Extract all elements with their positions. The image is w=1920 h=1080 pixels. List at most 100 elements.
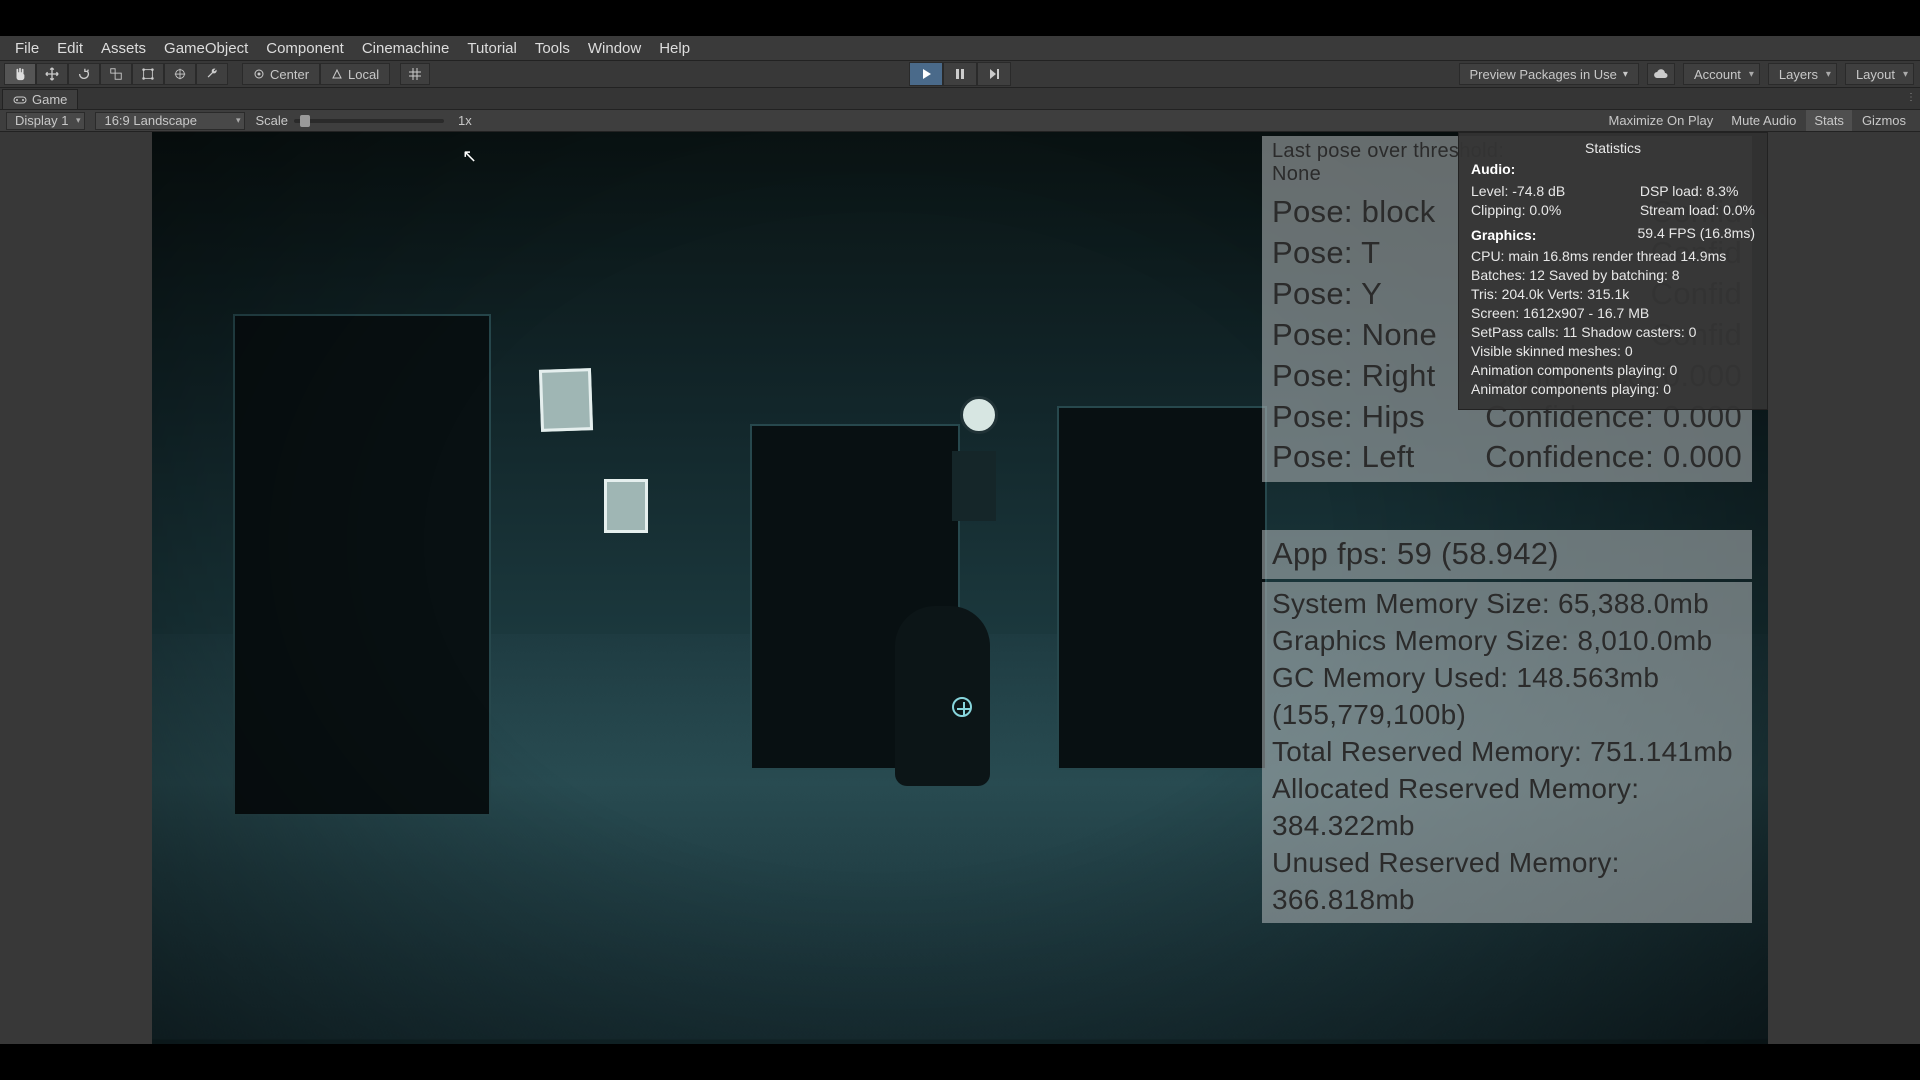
maximize-on-play-toggle[interactable]: Maximize On Play — [1601, 110, 1722, 131]
hud-pose-name: Pose: None — [1272, 315, 1437, 356]
menu-assets[interactable]: Assets — [92, 40, 155, 57]
layout-dropdown[interactable]: Layout — [1845, 63, 1914, 85]
hud-pose-name: Pose: block — [1272, 192, 1436, 233]
aspect-dropdown[interactable]: 16:9 Landscape — [95, 112, 245, 130]
hud-mem-line: Graphics Memory Size: 8,010.0mb — [1272, 623, 1742, 660]
statistics-panel: Statistics Audio: Level: -74.8 dB Clippi… — [1458, 132, 1768, 410]
custom-tool[interactable] — [196, 63, 228, 85]
account-dropdown[interactable]: Account — [1683, 63, 1760, 85]
stats-audio-line: Stream load: 0.0% — [1640, 201, 1755, 220]
move-icon — [45, 67, 59, 81]
stats-gfx-line: Batches: 12 Saved by batching: 8 — [1471, 266, 1755, 285]
game-control-bar: Display 1 16:9 Landscape Scale 1x Maximi… — [0, 110, 1920, 132]
snap-toggle[interactable] — [400, 63, 430, 85]
menu-file[interactable]: File — [6, 40, 48, 57]
rotate-tool[interactable] — [68, 63, 100, 85]
letterbox-left — [0, 132, 152, 1044]
menu-window[interactable]: Window — [579, 40, 650, 57]
hud-memory-panel: System Memory Size: 65,388.0mb Graphics … — [1262, 582, 1752, 923]
local-icon — [331, 68, 343, 80]
hand-icon — [13, 67, 27, 81]
hand-tool[interactable] — [4, 63, 36, 85]
stats-toggle[interactable]: Stats — [1806, 110, 1852, 131]
game-view[interactable]: ↖ Last pose over threshold: None Pose: b… — [152, 132, 1768, 1044]
stats-audio-line: Level: -74.8 dB — [1471, 182, 1565, 201]
hud-mem-line: GC Memory Used: 148.563mb (155,779,100b) — [1272, 660, 1742, 734]
menu-tutorial[interactable]: Tutorial — [458, 40, 525, 57]
hud-pose-name: Pose: Left — [1272, 437, 1415, 478]
hud-fps-value: App fps: 59 (58.942) — [1272, 534, 1742, 575]
grid-icon — [408, 67, 422, 81]
hud-mem-line: Total Reserved Memory: 751.141mb — [1272, 734, 1742, 771]
toolbar-right: Preview Packages in Use ▾ Account Layers… — [1459, 63, 1915, 85]
hud-pose-name: Pose: Hips — [1272, 397, 1425, 438]
rect-icon — [141, 67, 155, 81]
step-icon — [988, 68, 1000, 80]
menu-edit[interactable]: Edit — [48, 40, 92, 57]
play-button[interactable] — [909, 62, 943, 86]
game-icon — [13, 95, 27, 105]
display-dropdown[interactable]: Display 1 — [6, 112, 85, 130]
wrench-icon — [205, 67, 219, 81]
preview-packages-button[interactable]: Preview Packages in Use ▾ — [1459, 63, 1639, 85]
hud-mem-line: System Memory Size: 65,388.0mb — [1272, 586, 1742, 623]
stats-gfx-line: Tris: 204.0k Verts: 315.1k — [1471, 285, 1755, 304]
hud-pose-name: Pose: T — [1272, 233, 1380, 274]
stats-gfx-line: Animation components playing: 0 — [1471, 361, 1755, 380]
display-label: Display 1 — [15, 113, 68, 128]
toolbar: Center Local Preview Packages in Use ▾ A… — [0, 60, 1920, 88]
cloud-icon — [1653, 68, 1669, 80]
scale-icon — [109, 67, 123, 81]
main-menu-bar: File Edit Assets GameObject Component Ci… — [0, 36, 1920, 60]
preview-packages-label: Preview Packages in Use — [1470, 67, 1617, 82]
scale-slider-thumb[interactable] — [300, 115, 310, 127]
pause-icon — [954, 68, 966, 80]
scale-slider[interactable] — [294, 119, 444, 123]
tab-game[interactable]: Game — [2, 89, 78, 109]
stats-gfx-line: SetPass calls: 11 Shadow casters: 0 — [1471, 323, 1755, 342]
pivot-toggle[interactable]: Center — [242, 63, 320, 85]
stats-gfx-line: Visible skinned meshes: 0 — [1471, 342, 1755, 361]
stats-audio-heading: Audio: — [1471, 160, 1755, 179]
layers-label: Layers — [1779, 67, 1818, 82]
mouse-cursor-icon: ↖ — [462, 146, 477, 167]
collab-button[interactable] — [1647, 63, 1675, 85]
pivot-label: Center — [270, 67, 309, 82]
hud-pose-name: Pose: Y — [1272, 274, 1382, 315]
scale-value: 1x — [458, 113, 472, 128]
hud-fps-panel: App fps: 59 (58.942) — [1262, 530, 1752, 579]
stats-gfx-fps: 59.4 FPS (16.8ms) — [1638, 224, 1756, 248]
stats-audio-line: Clipping: 0.0% — [1471, 201, 1565, 220]
gizmos-toggle[interactable]: Gizmos — [1854, 110, 1914, 131]
transform-tool[interactable] — [164, 63, 196, 85]
stats-audio-line: DSP load: 8.3% — [1640, 182, 1755, 201]
menu-cinemachine[interactable]: Cinemachine — [353, 40, 459, 57]
scale-tool[interactable] — [100, 63, 132, 85]
menu-gameobject[interactable]: GameObject — [155, 40, 257, 57]
aspect-label: 16:9 Landscape — [104, 113, 197, 128]
transform-tools — [4, 63, 228, 85]
account-label: Account — [1694, 67, 1741, 82]
pause-button[interactable] — [943, 62, 977, 86]
hud-pose-name: Pose: Right — [1272, 356, 1436, 397]
menu-tools[interactable]: Tools — [526, 40, 579, 57]
multi-icon — [173, 67, 187, 81]
move-tool[interactable] — [36, 63, 68, 85]
layers-dropdown[interactable]: Layers — [1768, 63, 1837, 85]
stats-gfx-heading: Graphics: — [1471, 226, 1536, 245]
stats-gfx-line: Screen: 1612x907 - 16.7 MB — [1471, 304, 1755, 323]
stats-title: Statistics — [1471, 139, 1755, 158]
rect-tool[interactable] — [132, 63, 164, 85]
hud-mem-line: Unused Reserved Memory: 366.818mb — [1272, 845, 1742, 919]
mute-audio-toggle[interactable]: Mute Audio — [1723, 110, 1804, 131]
handle-toggle[interactable]: Local — [320, 63, 390, 85]
menu-component[interactable]: Component — [257, 40, 353, 57]
tab-menu-icon[interactable]: ⋮ — [1906, 92, 1916, 103]
layout-label: Layout — [1856, 67, 1895, 82]
pivot-handle-group: Center Local — [242, 63, 390, 85]
menu-help[interactable]: Help — [650, 40, 699, 57]
stats-gfx-line: CPU: main 16.8ms render thread 14.9ms — [1471, 247, 1755, 266]
view-tabs: Game ⋮ — [0, 88, 1920, 110]
stats-gfx-line: Animator components playing: 0 — [1471, 380, 1755, 399]
step-button[interactable] — [977, 62, 1011, 86]
